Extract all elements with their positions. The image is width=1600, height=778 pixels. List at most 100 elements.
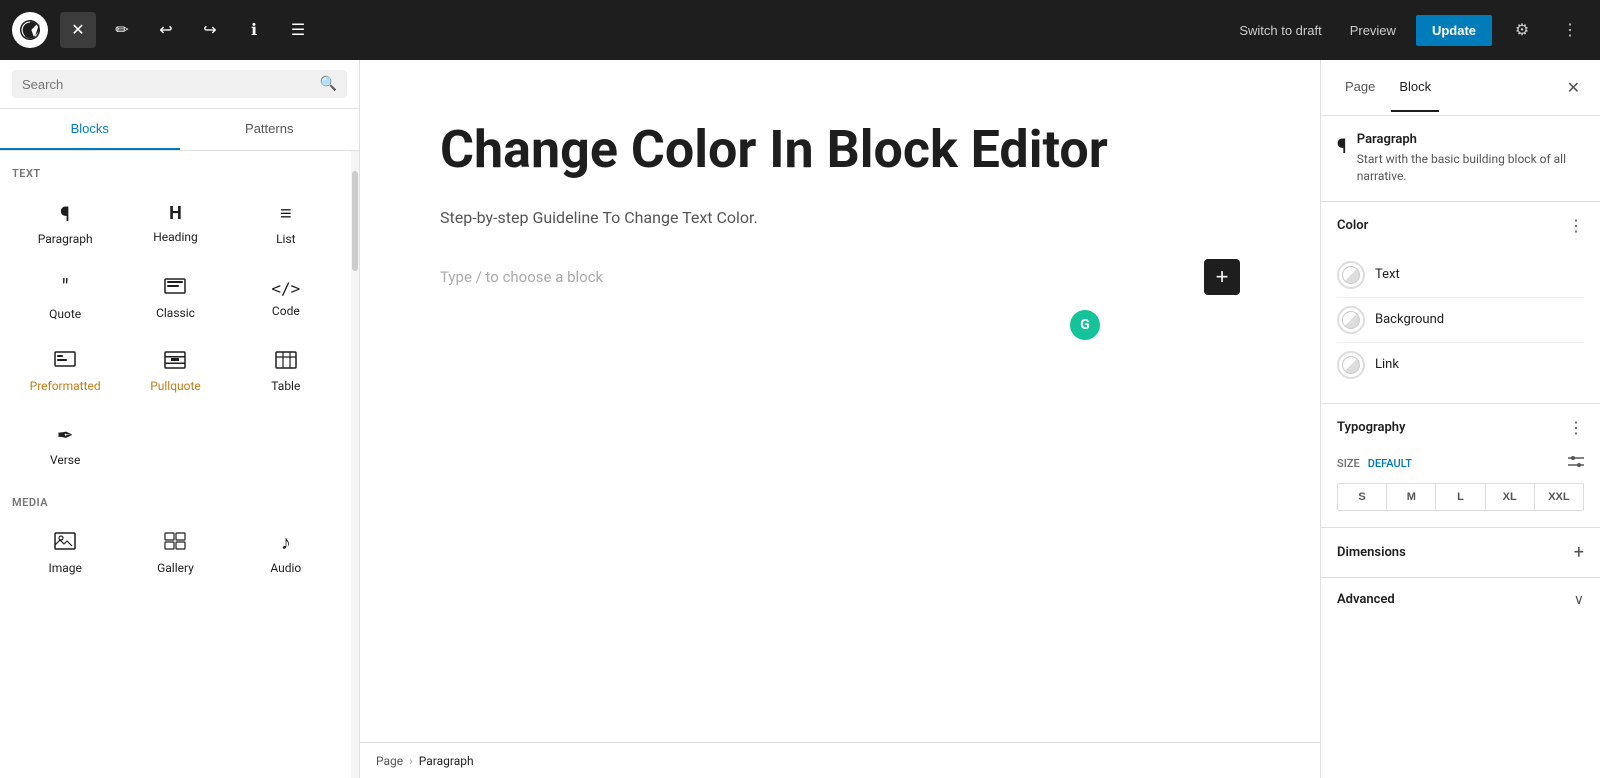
add-block-button[interactable]: + [1204,259,1240,295]
block-item-classic[interactable]: Classic [122,263,228,334]
color-row-link[interactable]: Link [1337,343,1584,387]
tab-blocks[interactable]: Blocks [0,109,180,150]
add-block-row: Type / to choose a block + [440,259,1240,295]
size-slider-icon[interactable] [1568,455,1584,473]
size-btn-xl[interactable]: XL [1486,484,1535,510]
block-item-code[interactable]: </> Code [233,263,339,334]
block-item-audio[interactable]: ♪ Audio [233,517,339,588]
search-input[interactable] [22,77,320,92]
tab-block[interactable]: Block [1391,63,1439,112]
right-sidebar-close-button[interactable]: ✕ [1563,74,1584,102]
right-sidebar: Page Block ✕ ¶ Paragraph Start with the … [1320,60,1600,778]
close-editing-button[interactable]: ✕ [60,12,96,48]
search-icon: 🔍 [320,76,337,92]
preview-button[interactable]: Preview [1342,17,1404,44]
block-item-table[interactable]: Table [233,338,339,406]
block-label-quote: Quote [49,307,81,321]
typography-panel-header[interactable]: Typography ⋮ [1321,404,1600,451]
color-row-background[interactable]: Background [1337,298,1584,343]
post-content-area[interactable]: Change Color In Block Editor Step-by-ste… [360,60,1320,742]
section-label-media: MEDIA [12,496,339,509]
color-swatch-inner-text [1342,266,1360,284]
advanced-panel-header[interactable]: Advanced ∨ [1321,578,1600,622]
media-blocks-grid: Image G [12,517,339,588]
color-swatch-inner-link [1342,356,1360,374]
color-panel-header[interactable]: Color ⋮ [1321,202,1600,249]
color-label-background: Background [1375,312,1444,327]
search-input-wrap[interactable]: 🔍 [12,70,347,98]
block-item-list[interactable]: ≡ List [233,188,339,259]
size-btn-l[interactable]: L [1436,484,1485,510]
block-info-title: Paragraph [1357,132,1584,147]
kebab-menu-button[interactable]: ⋮ [1552,12,1588,48]
color-panel-more-icon[interactable]: ⋮ [1568,216,1584,235]
color-swatch-inner-background [1342,311,1360,329]
block-item-paragraph[interactable]: ¶ Paragraph [12,188,118,259]
dimensions-panel-header[interactable]: Dimensions + [1321,528,1600,578]
block-item-image[interactable]: Image [12,517,118,588]
info-button[interactable]: ℹ [236,12,272,48]
heading-icon: H [169,203,182,224]
typography-panel-more-icon[interactable]: ⋮ [1568,418,1584,437]
block-label-preformatted: Preformatted [30,379,101,393]
dimensions-add-icon[interactable]: + [1574,542,1584,563]
sidebar-scrollbar-thumb [352,171,358,271]
blocks-section: TEXT ¶ Paragraph H Heading [0,151,351,616]
wp-logo[interactable] [12,12,48,48]
classic-icon [164,278,186,300]
table-icon [275,351,297,373]
tab-page[interactable]: Page [1337,63,1383,112]
block-item-pullquote[interactable]: Pullquote [122,338,228,406]
size-btn-s[interactable]: S [1338,484,1387,510]
breadcrumb-paragraph[interactable]: Paragraph [419,754,474,768]
color-swatch-link [1337,351,1365,379]
sidebar-scrollbar[interactable] [351,151,359,778]
section-label-text: TEXT [12,167,339,180]
color-swatch-background [1337,306,1365,334]
block-item-heading[interactable]: H Heading [122,188,228,259]
right-sidebar-header: Page Block ✕ [1321,60,1600,116]
verse-icon: ✒ [57,423,74,447]
color-panel-title: Color [1337,218,1368,233]
color-panel: Color ⋮ Text Background [1321,202,1600,404]
update-button[interactable]: Update [1416,15,1492,46]
post-subtitle[interactable]: Step-by-step Guideline To Change Text Co… [440,208,1240,227]
main-layout: 🔍 Blocks Patterns TEXT ¶ Paragraph [0,60,1600,778]
post-title[interactable]: Change Color In Block Editor [440,120,1240,180]
block-label-verse: Verse [50,453,80,467]
block-info-icon: ¶ [1337,134,1347,158]
undo-button[interactable]: ↩ [148,12,184,48]
size-row: SIZE DEFAULT [1337,455,1584,473]
color-row-text[interactable]: Text [1337,253,1584,298]
block-info-section: ¶ Paragraph Start with the basic buildin… [1321,116,1600,202]
size-btn-xxl[interactable]: XXL [1535,484,1583,510]
top-toolbar: ✕ ✏ ↩ ↪ ℹ ☰ Switch to draft Preview Upda… [0,0,1600,60]
color-panel-body: Text Background Link [1321,249,1600,403]
blocks-list: TEXT ¶ Paragraph H Heading [0,151,351,778]
block-item-quote[interactable]: " Quote [12,263,118,334]
block-item-preformatted[interactable]: Preformatted [12,338,118,406]
edit-icon-button[interactable]: ✏ [104,12,140,48]
typography-panel: Typography ⋮ SIZE DEFAULT [1321,404,1600,528]
code-icon: </> [271,279,300,298]
size-btn-m[interactable]: M [1387,484,1436,510]
tab-patterns[interactable]: Patterns [180,109,360,150]
breadcrumb-page[interactable]: Page [376,754,403,768]
block-item-verse[interactable]: ✒ Verse [12,410,118,480]
type-placeholder[interactable]: Type / to choose a block [440,268,1194,286]
block-label-gallery: Gallery [157,561,194,575]
typography-panel-title: Typography [1337,420,1406,435]
advanced-chevron-icon: ∨ [1574,592,1584,608]
grammarly-badge: G [1070,310,1100,340]
settings-button[interactable]: ⚙ [1504,12,1540,48]
block-label-list: List [276,232,296,246]
redo-button[interactable]: ↪ [192,12,228,48]
block-label-pullquote: Pullquote [150,379,201,393]
gallery-icon [164,531,186,555]
breadcrumb-separator: › [409,754,413,768]
breadcrumb: Page › Paragraph [360,742,1320,778]
switch-to-draft-button[interactable]: Switch to draft [1231,17,1329,44]
list-view-button[interactable]: ☰ [280,12,316,48]
typography-panel-body: SIZE DEFAULT S M L XL [1321,451,1600,527]
block-item-gallery[interactable]: Gallery [122,517,228,588]
